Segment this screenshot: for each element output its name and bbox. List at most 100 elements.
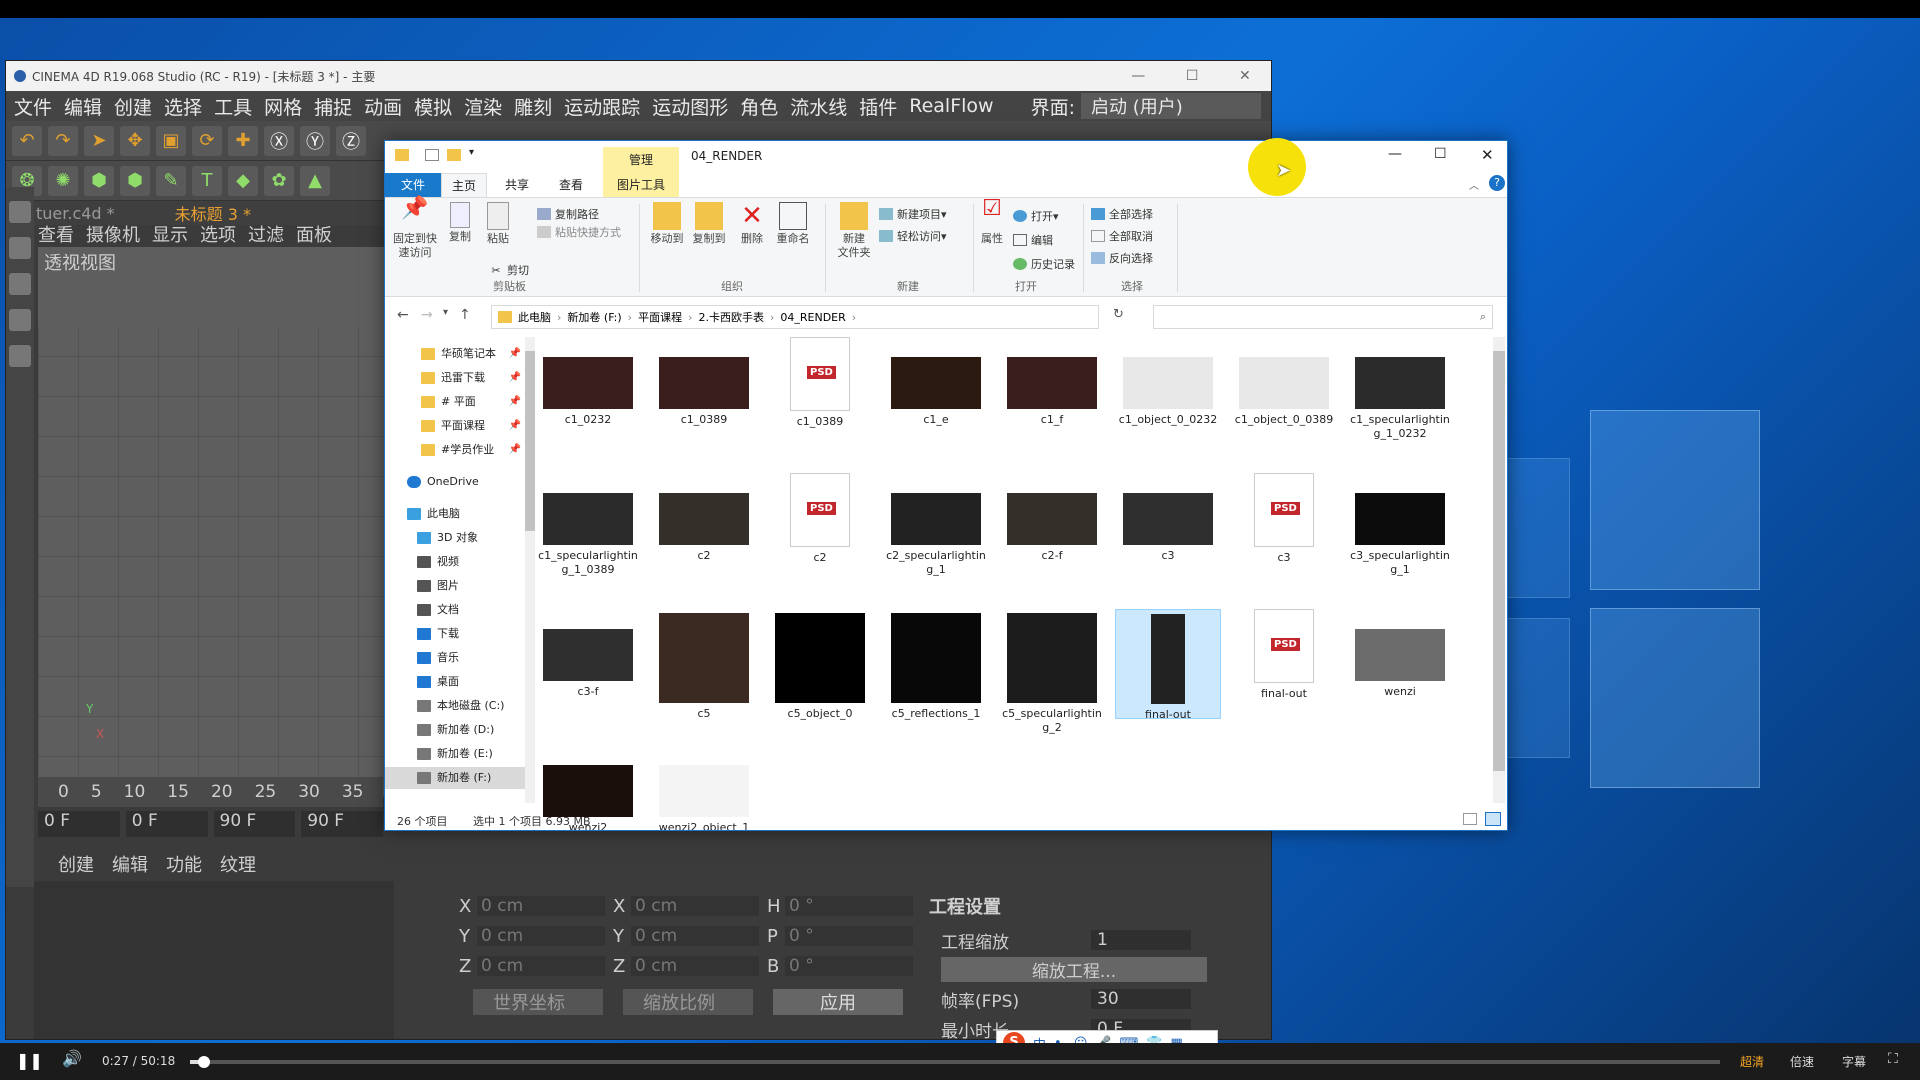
address-bar[interactable]: 此电脑 › 新加卷 (F:) › 平面课程 › 2.卡西欧手表 › 04_RENDER › bbox=[491, 305, 1099, 329]
file-item[interactable]: PSD c3 bbox=[1231, 473, 1337, 583]
c4d-menu-11[interactable]: 运动跟踪 bbox=[564, 93, 640, 120]
viewport-menu-3[interactable]: 选项 bbox=[200, 221, 236, 247]
file-item[interactable]: c5_reflections_1 bbox=[883, 609, 989, 720]
nav-quick-item[interactable]: #学员作业 📌 bbox=[421, 439, 521, 461]
large-icons-view-icon[interactable] bbox=[1485, 812, 1501, 826]
world-coord-select[interactable]: 世界坐标 bbox=[473, 989, 603, 1015]
select-icon[interactable]: ➤ bbox=[84, 125, 114, 156]
paste-button[interactable]: 粘贴 bbox=[481, 202, 515, 246]
copy-path-button[interactable]: 复制路径 bbox=[537, 206, 599, 222]
coord-field[interactable]: 0 cm bbox=[631, 956, 759, 976]
points-mode-icon[interactable] bbox=[9, 273, 31, 295]
coord-field[interactable]: 0 cm bbox=[631, 926, 759, 946]
edit-button[interactable]: 编辑 bbox=[1013, 232, 1053, 248]
c4d-menu-6[interactable]: 捕捉 bbox=[314, 93, 352, 120]
file-item[interactable]: c3_specularlighting_1 bbox=[1347, 473, 1453, 583]
nav-quick-item[interactable]: 华硕笔记本 📌 bbox=[421, 343, 521, 365]
c4d-menu-3[interactable]: 选择 bbox=[164, 93, 202, 120]
progress-knob[interactable] bbox=[197, 1056, 210, 1068]
scale-project-button[interactable]: 缩放工程... bbox=[941, 957, 1207, 982]
file-item[interactable]: wenzi bbox=[1347, 609, 1453, 719]
coord-field[interactable]: 0 cm bbox=[631, 896, 759, 916]
new-item-button[interactable]: 新建项目 ▾ bbox=[879, 206, 947, 222]
coord-field[interactable]: 0 cm bbox=[477, 926, 605, 946]
scale-ratio-select[interactable]: 缩放比例 bbox=[623, 989, 753, 1015]
new-folder-icon[interactable] bbox=[447, 149, 461, 161]
breadcrumb-chevron-icon[interactable]: › bbox=[557, 311, 561, 324]
up-icon[interactable]: ↑ bbox=[459, 307, 471, 323]
collapse-ribbon-icon[interactable]: ︿ bbox=[1469, 177, 1479, 192]
timeline[interactable]: 051015202530354 bbox=[38, 777, 396, 807]
file-item[interactable]: PSD final-out bbox=[1231, 609, 1337, 719]
add-icon[interactable]: ✚ bbox=[228, 125, 258, 156]
delete-button[interactable]: ✕ 删除 bbox=[735, 202, 769, 246]
nav-pc-item[interactable]: 下载 bbox=[385, 623, 525, 645]
frame-field[interactable]: 0 F bbox=[125, 811, 208, 837]
nav-pc-item[interactable]: 图片 bbox=[385, 575, 525, 597]
file-item[interactable]: c5_object_0 bbox=[767, 609, 873, 720]
quick-access-dropdown-icon[interactable]: ▾ bbox=[469, 147, 474, 158]
c4d-menu-8[interactable]: 模拟 bbox=[414, 93, 452, 120]
file-item[interactable]: c1_f bbox=[999, 337, 1105, 447]
viewport-menu-2[interactable]: 显示 bbox=[152, 221, 188, 247]
move-icon[interactable]: ✥ bbox=[120, 125, 150, 156]
maximize-icon[interactable]: ☐ bbox=[1434, 146, 1447, 162]
file-item[interactable]: c1_object_0_0389 bbox=[1231, 337, 1337, 447]
tab-home[interactable]: 主页 bbox=[441, 173, 488, 197]
c4d-menu-15[interactable]: 插件 bbox=[859, 93, 897, 120]
file-item[interactable]: c5_specularlighting_2 bbox=[999, 609, 1105, 734]
select-none-button[interactable]: 全部取消 bbox=[1091, 228, 1153, 244]
breadcrumb-chevron-icon[interactable]: › bbox=[770, 311, 774, 324]
nav-pc-item[interactable]: 音乐 bbox=[385, 647, 525, 669]
project-row-value[interactable]: 30 bbox=[1091, 989, 1191, 1009]
pen-icon[interactable]: ✎ bbox=[156, 165, 186, 196]
file-item[interactable]: c2_specularlighting_1 bbox=[883, 473, 989, 583]
open-button[interactable]: 打开 ▾ bbox=[1013, 208, 1059, 224]
c4d-menu-4[interactable]: 工具 bbox=[214, 93, 252, 120]
apply-button[interactable]: 应用 bbox=[773, 989, 903, 1015]
back-icon[interactable]: ← bbox=[397, 307, 409, 323]
pin-quick-access-button[interactable]: 📌 固定到快 速访问 bbox=[391, 198, 439, 260]
z-axis-icon[interactable]: Ⓩ bbox=[336, 125, 366, 156]
breadcrumb-item[interactable]: 此电脑 bbox=[518, 309, 551, 325]
subtitle-button[interactable]: 字幕 bbox=[1842, 1053, 1866, 1070]
new-folder-button[interactable]: 新建 文件夹 bbox=[831, 202, 877, 260]
maximize-icon[interactable]: ☐ bbox=[1186, 68, 1199, 84]
file-item[interactable]: c1_specularlighting_1_0389 bbox=[535, 473, 641, 583]
nav-quick-item[interactable]: # 平面 📌 bbox=[421, 391, 521, 413]
minimize-icon[interactable]: — bbox=[1388, 146, 1402, 162]
nav-pc-item[interactable]: 视频 bbox=[385, 551, 525, 573]
coord-field[interactable]: 0 cm bbox=[477, 896, 605, 916]
nav-quick-item[interactable]: 迅雷下载 📌 bbox=[421, 367, 521, 389]
texture-mode-icon[interactable] bbox=[9, 237, 31, 259]
file-item[interactable]: c1_object_0_0232 bbox=[1115, 337, 1221, 447]
c4d-menu-2[interactable]: 创建 bbox=[114, 93, 152, 120]
select-all-button[interactable]: 全部选择 bbox=[1091, 206, 1153, 222]
cut-button[interactable]: ✂ 剪切 bbox=[489, 262, 529, 278]
env-icon[interactable]: ✿ bbox=[264, 165, 294, 196]
easy-access-button[interactable]: 轻松访问 ▾ bbox=[879, 228, 947, 244]
tab-file[interactable]: 文件 bbox=[385, 173, 441, 197]
project-row-value[interactable]: 1 bbox=[1091, 930, 1191, 950]
file-item[interactable]: final-out bbox=[1115, 609, 1221, 721]
spline-icon[interactable]: ✺ bbox=[48, 165, 78, 196]
files-scrollbar[interactable] bbox=[1493, 337, 1505, 803]
c4d-menu-5[interactable]: 网格 bbox=[264, 93, 302, 120]
scale-icon[interactable]: ▣ bbox=[156, 125, 186, 156]
viewport-menu-1[interactable]: 摄像机 bbox=[86, 221, 140, 247]
redo-icon[interactable]: ↷ bbox=[48, 125, 78, 156]
nav-this-pc[interactable]: 此电脑 bbox=[407, 503, 460, 525]
files-scrollbar-thumb[interactable] bbox=[1493, 351, 1505, 771]
details-view-icon[interactable] bbox=[1463, 813, 1477, 825]
file-item[interactable]: c3-f bbox=[535, 609, 641, 719]
file-item[interactable]: c1_0389 bbox=[651, 337, 757, 447]
speed-button[interactable]: 倍速 bbox=[1790, 1053, 1814, 1070]
coord-field[interactable]: 0 cm bbox=[477, 956, 605, 976]
breadcrumb-chevron-icon[interactable]: › bbox=[688, 311, 692, 324]
paste-shortcut-button[interactable]: 粘贴快捷方式 bbox=[537, 224, 621, 240]
file-item[interactable]: c2-f bbox=[999, 473, 1105, 583]
array-icon[interactable]: ⬢ bbox=[120, 165, 150, 196]
coord-field[interactable]: 0 ° bbox=[785, 926, 913, 946]
material-menu-2[interactable]: 功能 bbox=[166, 851, 202, 881]
nav-quick-item[interactable]: 平面课程 📌 bbox=[421, 415, 521, 437]
